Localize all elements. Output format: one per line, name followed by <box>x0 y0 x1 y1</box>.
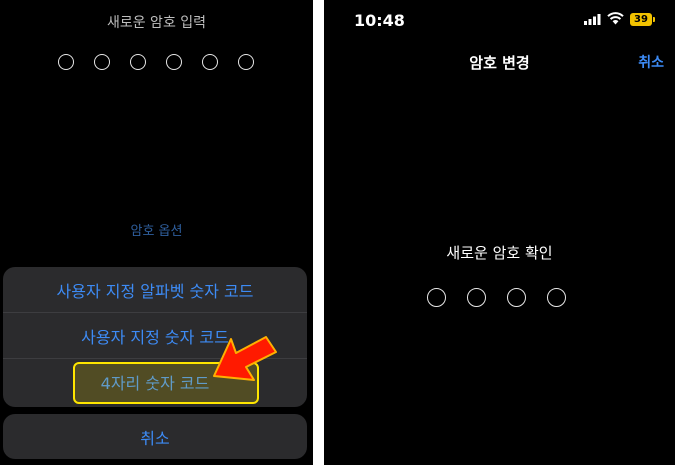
passcode-dot <box>202 54 218 70</box>
passcode-dot <box>467 288 486 307</box>
passcode-dot <box>547 288 566 307</box>
confirm-passcode-prompt: 새로운 암호 확인 <box>446 244 553 262</box>
status-time: 10:48 <box>354 11 405 30</box>
passcode-dot <box>58 54 74 70</box>
battery-cap <box>653 17 655 22</box>
passcode-dot <box>166 54 182 70</box>
passcode-dot <box>130 54 146 70</box>
passcode-dot <box>238 54 254 70</box>
passcode-dot <box>94 54 110 70</box>
pointer-arrow-icon <box>213 336 277 381</box>
cellular-signal-icon <box>584 14 601 25</box>
status-bar: 10:48 39 <box>324 0 675 40</box>
passcode-options-link[interactable]: 암호 옵션 <box>0 220 313 239</box>
wifi-icon <box>607 12 624 25</box>
battery-indicator: 39 <box>630 13 652 26</box>
new-passcode-prompt: 새로운 암호 입력 <box>106 15 207 31</box>
nav-title: 암호 변경 <box>469 54 530 72</box>
passcode-dot <box>507 288 526 307</box>
passcode-dots <box>427 288 566 307</box>
custom-alphanumeric-code-option[interactable]: 사용자 지정 알파벳 숫자 코드 <box>3 267 307 313</box>
left-screen: 새로운 암호 입력 암호 옵션 사용자 지정 알파벳 숫자 코드 사용자 지정 … <box>0 0 313 465</box>
passcode-dots <box>58 54 254 70</box>
right-screen: 10:48 39 암호 변경 취소 새로운 암호 확인 <box>324 0 675 465</box>
passcode-dot <box>427 288 446 307</box>
nav-cancel-button[interactable]: 취소 <box>638 52 664 72</box>
sheet-cancel-button[interactable]: 취소 <box>3 414 307 459</box>
